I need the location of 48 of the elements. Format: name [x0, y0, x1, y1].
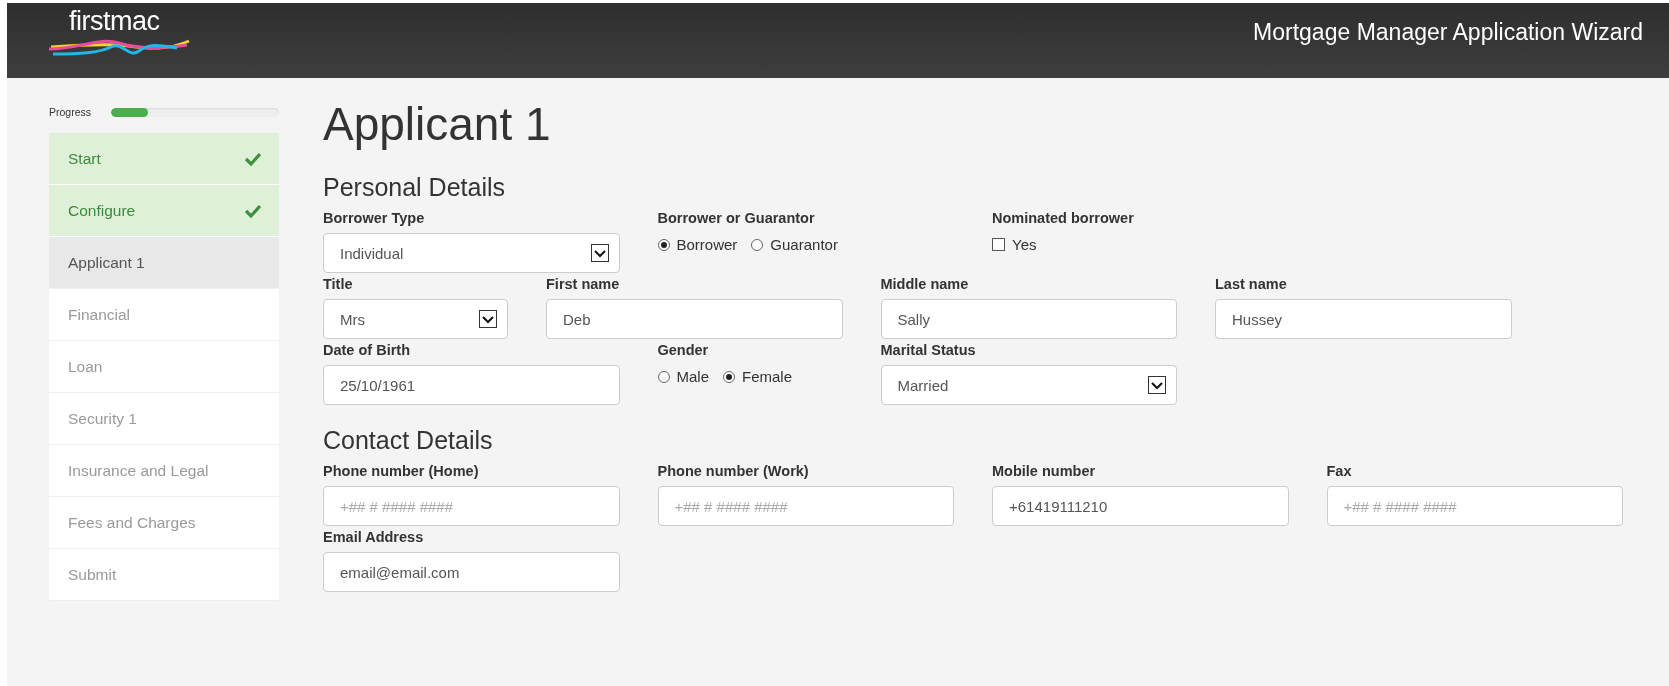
section-heading: Contact Details — [323, 425, 494, 455]
page-title: Applicant 1 — [323, 98, 552, 150]
field-label: Date of Birth — [323, 342, 411, 359]
field-label: Nominated borrower — [992, 210, 1135, 227]
check-icon — [245, 202, 261, 219]
section-heading: Personal Details — [323, 172, 507, 202]
radio-button[interactable] — [657, 238, 670, 251]
field-label: Marital Status — [880, 342, 977, 359]
input-field[interactable]: Sally — [880, 299, 1177, 339]
input-field[interactable]: +## # #### #### — [323, 486, 620, 526]
field-label: Borrower Type — [323, 210, 426, 227]
checkbox[interactable] — [992, 238, 1005, 251]
field-label: Email Address — [323, 529, 425, 546]
option-label: Borrower — [676, 236, 738, 253]
field-label: Gender — [657, 342, 710, 359]
field-label: Fax — [1326, 463, 1353, 480]
field-label: Last name — [1215, 276, 1288, 293]
input-field[interactable]: +## # #### #### — [657, 486, 954, 526]
option-label: Female — [742, 368, 793, 385]
dropdown[interactable]: Mrs — [323, 299, 508, 339]
radio-button[interactable] — [751, 238, 764, 251]
input-field[interactable]: Deb — [546, 299, 843, 339]
field-label: Phone number (Work) — [657, 463, 810, 480]
field-label: Phone number (Home) — [323, 463, 480, 480]
wizard-step[interactable]: Applicant 1 — [49, 237, 279, 289]
input-field[interactable]: Hussey — [1215, 299, 1512, 339]
input-field[interactable]: +## # #### #### — [1326, 486, 1623, 526]
input-field[interactable]: email@email.com — [323, 552, 620, 592]
check-icon — [245, 150, 261, 167]
radio-button[interactable] — [723, 370, 735, 383]
radio-button[interactable] — [657, 370, 670, 383]
input-field[interactable]: 25/10/1961 — [323, 365, 620, 405]
app-title: Mortgage Manager Application Wizard — [1253, 19, 1643, 46]
field-label: First name — [546, 276, 621, 293]
progress-label: Progress — [49, 106, 92, 118]
dropdown[interactable]: Individual — [323, 233, 620, 273]
field-label: Title — [323, 276, 354, 293]
input-field[interactable]: +61419111210 — [992, 486, 1289, 526]
field-label: Mobile number — [992, 463, 1097, 480]
logo-text: firstmac — [69, 9, 160, 33]
option-label: Guarantor — [770, 236, 838, 253]
field-label: Middle name — [880, 276, 970, 293]
field-label: Borrower or Guarantor — [657, 210, 816, 227]
option-label: Yes — [1012, 236, 1037, 253]
option-label: Male — [676, 368, 709, 385]
wizard-step[interactable]: Configure — [49, 185, 279, 237]
wizard-step[interactable]: Start — [49, 133, 279, 185]
dropdown[interactable]: Married — [880, 365, 1177, 405]
